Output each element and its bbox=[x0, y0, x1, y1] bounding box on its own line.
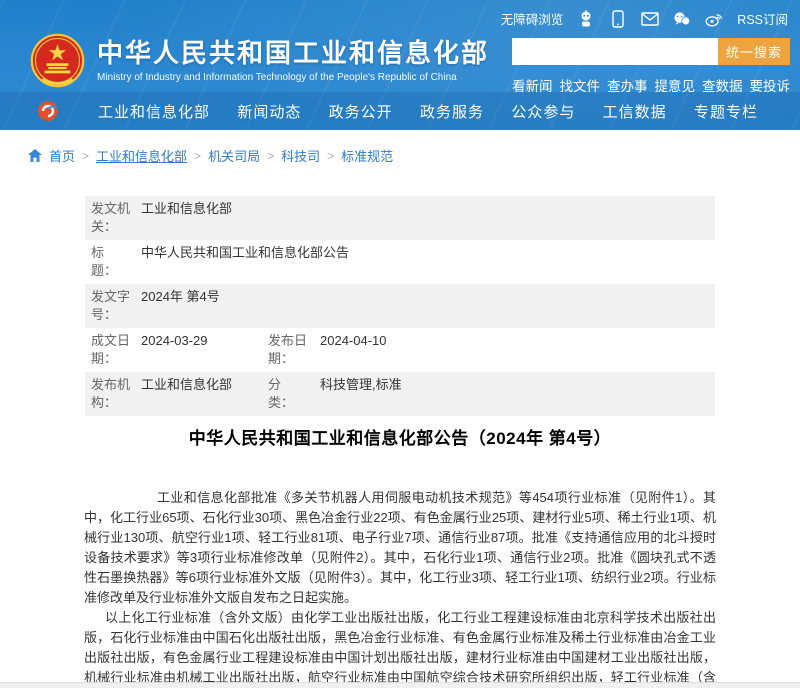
nav-item-participation[interactable]: 公众参与 bbox=[511, 101, 575, 122]
meta-label-title: 标 题： bbox=[91, 244, 131, 280]
meta-value-publisher: 工业和信息化部 bbox=[141, 376, 266, 412]
breadcrumb-separator: > bbox=[194, 149, 201, 163]
footer-strip bbox=[0, 682, 800, 688]
meta-label-doc-number: 发文字号： bbox=[91, 288, 131, 324]
weibo-icon[interactable] bbox=[705, 10, 723, 28]
site-subtitle: Ministry of Industry and Information Tec… bbox=[97, 72, 489, 83]
home-icon[interactable] bbox=[28, 149, 42, 162]
site-logo[interactable]: 中华人民共和国工业和信息化部 Ministry of Industry and … bbox=[30, 33, 489, 88]
meta-label-issuing-authority: 发文机关： bbox=[91, 200, 131, 236]
quick-links: 看新闻 找文件 查办事 提意见 查数据 要投诉 bbox=[512, 75, 790, 95]
quick-link-data[interactable]: 查数据 bbox=[702, 75, 743, 95]
quick-link-feedback[interactable]: 提意见 bbox=[655, 75, 696, 95]
meta-label-publisher: 发布机构： bbox=[91, 376, 131, 412]
breadcrumb-item-departments[interactable]: 机关司局 bbox=[208, 146, 260, 165]
quick-link-complaint[interactable]: 要投诉 bbox=[750, 75, 791, 95]
search-area: 统一搜索 看新闻 找文件 查办事 提意见 查数据 要投诉 bbox=[512, 38, 790, 95]
site-header: 无障碍浏览 RSS订阅 bbox=[0, 0, 800, 130]
phone-icon[interactable] bbox=[609, 10, 627, 28]
meta-value-doc-number: 2024年 第4号 bbox=[141, 288, 715, 324]
nav-item-gov-service[interactable]: 政务服务 bbox=[420, 101, 484, 122]
nav-item-news[interactable]: 新闻动态 bbox=[237, 101, 301, 122]
miit-swirl-icon bbox=[36, 99, 60, 123]
breadcrumb-separator: > bbox=[327, 149, 334, 163]
table-row: 标 题： 中华人民共和国工业和信息化部公告 bbox=[85, 240, 715, 284]
quick-link-news[interactable]: 看新闻 bbox=[512, 75, 553, 95]
breadcrumb-separator: > bbox=[267, 149, 274, 163]
site-title: 中华人民共和国工业和信息化部 bbox=[97, 38, 489, 68]
nav-item-gov-open[interactable]: 政务公开 bbox=[329, 101, 393, 122]
table-row: 发文机关： 工业和信息化部 bbox=[85, 196, 715, 240]
meta-value-publish-date: 2024-04-10 bbox=[320, 332, 715, 368]
search-input[interactable] bbox=[512, 38, 718, 65]
main-nav: 工业和信息化部 新闻动态 政务公开 政务服务 公众参与 工信数据 专题专栏 bbox=[0, 92, 800, 130]
breadcrumb-home[interactable]: 首页 bbox=[49, 146, 75, 165]
nav-item-data[interactable]: 工信数据 bbox=[603, 101, 667, 122]
breadcrumb: 首页 > 工业和信息化部 > 机关司局 > 科技司 > 标准规范 bbox=[28, 146, 393, 165]
body-paragraph: 以上化工行业标准（含外文版）由化学工业出版社出版，化工行业工程建设标准由北京科学… bbox=[84, 608, 716, 688]
breadcrumb-item-miit[interactable]: 工业和信息化部 bbox=[96, 146, 187, 165]
national-emblem-icon bbox=[30, 33, 85, 88]
accessibility-link[interactable]: 无障碍浏览 bbox=[501, 9, 564, 28]
meta-label-written-date: 成文日期： bbox=[91, 332, 131, 368]
meta-value-title: 中华人民共和国工业和信息化部公告 bbox=[141, 244, 715, 280]
wechat-icon[interactable] bbox=[673, 10, 691, 28]
meta-value-category: 科技管理,标准 bbox=[320, 376, 715, 412]
meta-label-category: 分 类： bbox=[268, 376, 310, 412]
meta-value-issuing-authority: 工业和信息化部 bbox=[141, 200, 715, 236]
utility-bar: 无障碍浏览 RSS订阅 bbox=[501, 9, 788, 28]
table-row: 发布机构： 工业和信息化部 分 类： 科技管理,标准 bbox=[85, 372, 715, 416]
quick-link-files[interactable]: 找文件 bbox=[560, 75, 601, 95]
quick-link-services[interactable]: 查办事 bbox=[607, 75, 648, 95]
meta-label-publish-date: 发布日期： bbox=[268, 332, 310, 368]
meta-value-written-date: 2024-03-29 bbox=[141, 332, 266, 368]
document-body: 工业和信息化部批准《多关节机器人用伺服电动机技术规范》等454项行业标准（见附件… bbox=[84, 488, 716, 688]
nav-item-topics[interactable]: 专题专栏 bbox=[694, 101, 758, 122]
table-row: 成文日期： 2024-03-29 发布日期： 2024-04-10 bbox=[85, 328, 715, 372]
page: 无障碍浏览 RSS订阅 bbox=[0, 0, 800, 688]
brand-text: 中华人民共和国工业和信息化部 Ministry of Industry and … bbox=[97, 38, 489, 83]
breadcrumb-item-sci-tech[interactable]: 科技司 bbox=[281, 146, 320, 165]
search-button[interactable]: 统一搜索 bbox=[718, 38, 790, 65]
mail-icon[interactable] bbox=[641, 10, 659, 28]
breadcrumb-item-standards[interactable]: 标准规范 bbox=[341, 146, 393, 165]
document-meta-table: 发文机关： 工业和信息化部 标 题： 中华人民共和国工业和信息化部公告 发文字号… bbox=[85, 196, 715, 416]
nav-items: 工业和信息化部 新闻动态 政务公开 政务服务 公众参与 工信数据 专题专栏 bbox=[98, 101, 758, 122]
document-title: 中华人民共和国工业和信息化部公告（2024年 第4号） bbox=[85, 424, 715, 449]
table-row: 发文字号： 2024年 第4号 bbox=[85, 284, 715, 328]
rss-link[interactable]: RSS订阅 bbox=[737, 9, 788, 28]
breadcrumb-separator: > bbox=[82, 149, 89, 163]
mascot-icon[interactable] bbox=[577, 10, 595, 28]
nav-item-miit[interactable]: 工业和信息化部 bbox=[98, 101, 210, 122]
body-paragraph: 工业和信息化部批准《多关节机器人用伺服电动机技术规范》等454项行业标准（见附件… bbox=[84, 488, 716, 608]
